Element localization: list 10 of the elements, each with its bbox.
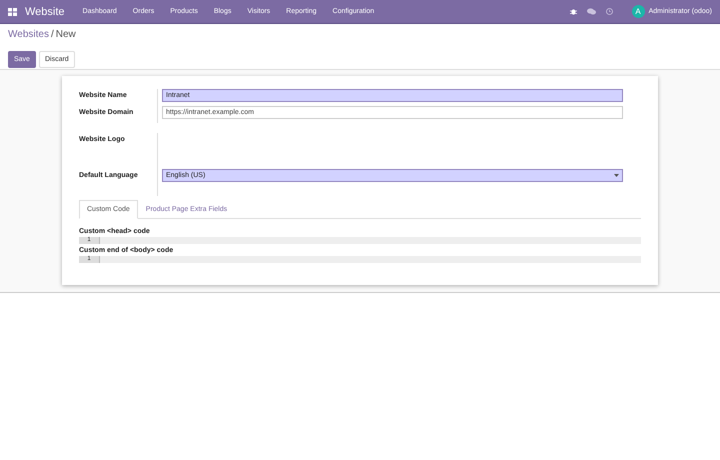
caret-icon (614, 174, 619, 177)
user-avatar[interactable]: A (632, 5, 645, 18)
app-title[interactable]: Website (25, 6, 65, 18)
breadcrumb-link[interactable]: Websites (8, 29, 49, 40)
breadcrumb-current: New (56, 29, 76, 40)
breadcrumb-separator: / (50, 29, 54, 40)
apps-grid-icon[interactable] (8, 8, 17, 16)
bug-icon[interactable] (570, 8, 577, 15)
chat-icon[interactable] (586, 8, 596, 15)
clock-icon[interactable] (606, 8, 613, 15)
